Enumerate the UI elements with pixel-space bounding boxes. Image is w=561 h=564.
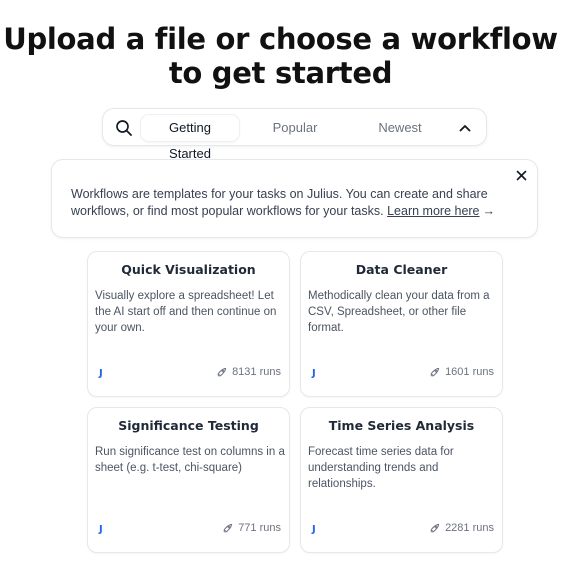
runs-count: 771 runs	[222, 522, 281, 534]
runs-label: 8131 runs	[232, 366, 281, 378]
workflow-card-description: Run significance test on columns in a sh…	[95, 446, 285, 474]
workflow-card-significance-testing[interactable]: Significance Testing Run significance te…	[87, 407, 290, 553]
rocket-icon	[217, 367, 227, 377]
close-icon	[516, 170, 526, 180]
workflow-card-quick-visualization[interactable]: Quick Visualization Visually explore a s…	[87, 251, 290, 397]
author-avatar: J	[312, 524, 316, 535]
author-avatar: J	[99, 524, 103, 535]
rocket-icon	[223, 523, 233, 533]
tab-newest[interactable]: Newest	[371, 115, 429, 141]
workflow-card-title: Time Series Analysis	[328, 418, 475, 433]
author-avatar: J	[99, 368, 103, 379]
runs-label: 1601 runs	[445, 366, 494, 378]
rocket-icon	[430, 523, 440, 533]
workflow-tab-bar: Getting Started Popular Newest	[102, 108, 487, 161]
workflow-card-description: Visually explore a spreadsheet! Let the …	[95, 290, 277, 334]
workflow-card-title: Significance Testing	[118, 418, 259, 433]
page-title-line-1: Upload a file or choose a workflow	[3, 22, 558, 56]
workflow-card-data-cleaner[interactable]: Data Cleaner Methodically clean your dat…	[300, 251, 503, 397]
author-avatar: J	[312, 368, 316, 379]
collapse-button[interactable]	[455, 118, 475, 138]
page-title-line-2: to get started	[168, 56, 393, 90]
runs-count: 1601 runs	[429, 366, 494, 378]
learn-more-link[interactable]: Learn more here	[387, 204, 479, 218]
info-banner: Workflows are templates for your tasks o…	[51, 159, 538, 238]
runs-count: 2281 runs	[429, 522, 494, 534]
search-button[interactable]	[113, 117, 135, 139]
tab-popular[interactable]: Popular	[267, 115, 323, 141]
chevron-up-icon	[459, 125, 471, 132]
workflow-card-description: Forecast time series data for understand…	[308, 446, 454, 490]
tab-getting-started[interactable]: Getting Started	[141, 115, 239, 161]
page-title: Upload a file or choose a workflow to ge…	[0, 22, 561, 90]
runs-label: 771 runs	[238, 522, 281, 534]
workflow-card-title: Quick Visualization	[121, 262, 256, 277]
info-banner-text: Workflows are templates for your tasks o…	[71, 186, 521, 220]
arrow-right-icon[interactable]: →	[480, 204, 496, 218]
workflow-card-description: Methodically clean your data from a CSV,…	[308, 290, 490, 334]
rocket-icon	[430, 367, 440, 377]
close-banner-button[interactable]	[513, 167, 529, 183]
workflow-card-time-series-analysis[interactable]: Time Series Analysis Forecast time serie…	[300, 407, 503, 553]
search-icon	[116, 120, 132, 136]
runs-label: 2281 runs	[445, 522, 494, 534]
workflow-card-title: Data Cleaner	[355, 262, 448, 277]
runs-count: 8131 runs	[216, 366, 281, 378]
